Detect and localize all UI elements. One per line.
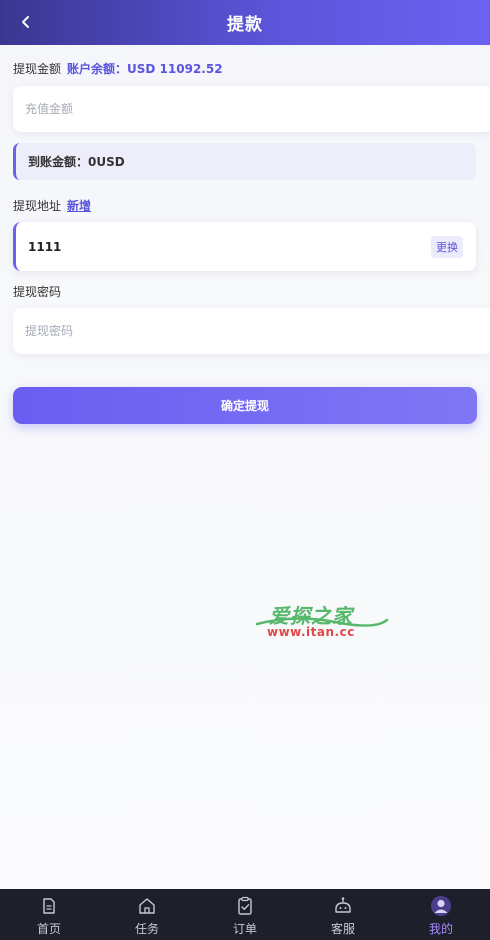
document-icon [38, 895, 60, 917]
bottom-tabbar: 首页 任务 订单 客服 我的 [0, 889, 490, 940]
amount-input[interactable] [25, 102, 425, 116]
tab-orders[interactable]: 订单 [196, 889, 294, 940]
amount-label-row: 提现金额 账户余额：USD 11092.52 [13, 60, 223, 77]
tab-label: 我的 [428, 922, 453, 936]
withdraw-page: 提款 提现金额 账户余额：USD 11092.52 到账金额：0USD 提现地址… [0, 0, 490, 940]
address-card[interactable]: 1111 更换 [13, 222, 476, 271]
address-label: 提现地址 [13, 199, 62, 213]
watermark-logo: 爱探之家 www.itan.cc [255, 600, 390, 644]
address-value: 1111 [28, 239, 62, 254]
header-bar: 提款 [0, 0, 490, 45]
back-button[interactable] [12, 8, 40, 36]
tab-tasks[interactable]: 任务 [98, 889, 196, 940]
robot-icon [332, 895, 354, 917]
password-label-row: 提现密码 [13, 283, 61, 300]
home-icon [136, 895, 158, 917]
tab-label: 任务 [134, 922, 159, 936]
change-address-button[interactable]: 更换 [431, 235, 463, 258]
clipboard-icon [234, 895, 256, 917]
password-input[interactable] [25, 324, 425, 338]
amount-input-card [13, 86, 490, 132]
tab-label: 订单 [232, 922, 257, 936]
tab-label: 客服 [330, 922, 355, 936]
tab-service[interactable]: 客服 [294, 889, 392, 940]
confirm-withdraw-button[interactable]: 确定提现 [13, 387, 477, 424]
balance-text: 账户余额：USD 11092.52 [67, 62, 223, 76]
address-label-row: 提现地址 新增 [13, 197, 91, 214]
tab-label: 首页 [36, 922, 61, 936]
add-address-link[interactable]: 新增 [67, 197, 91, 214]
tab-mine[interactable]: 我的 [392, 889, 490, 940]
tab-home[interactable]: 首页 [0, 889, 98, 940]
chevron-left-icon [22, 16, 29, 28]
receive-amount-text: 到账金额：0USD [28, 155, 125, 169]
password-input-card [13, 308, 490, 354]
receive-amount-box: 到账金额：0USD [13, 143, 476, 180]
password-label: 提现密码 [13, 285, 62, 299]
page-title: 提款 [227, 15, 263, 35]
watermark-url: www.itan.cc [267, 625, 355, 639]
user-avatar-icon [430, 895, 452, 917]
amount-label: 提现金额 [13, 62, 62, 76]
